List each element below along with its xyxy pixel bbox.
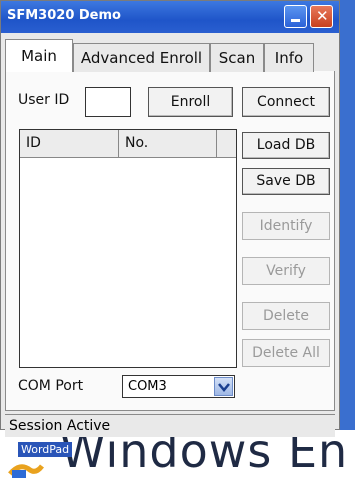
close-icon: ✕	[316, 7, 329, 25]
user-id-input[interactable]	[85, 87, 131, 117]
tab-main[interactable]: Main	[5, 39, 73, 72]
tab-info[interactable]: Info	[264, 43, 314, 72]
com-port-label: COM Port	[18, 378, 84, 394]
title-bar[interactable]: SFM3020 Demo ✕	[1, 1, 339, 33]
connect-button[interactable]: Connect	[242, 87, 330, 117]
verify-button[interactable]: Verify	[242, 257, 330, 285]
user-list[interactable]: ID No.	[19, 129, 237, 368]
tab-advanced-enroll[interactable]: Advanced Enroll	[73, 43, 210, 72]
status-bar: Session Active	[5, 414, 335, 437]
column-header-no[interactable]: No.	[119, 130, 217, 157]
identify-button[interactable]: Identify	[242, 212, 330, 240]
status-text: Session Active	[9, 418, 111, 434]
load-db-button[interactable]: Load DB	[242, 132, 330, 159]
save-db-button[interactable]: Save DB	[242, 168, 330, 195]
desktop-background	[340, 0, 355, 484]
delete-all-button[interactable]: Delete All	[242, 339, 330, 367]
enroll-button[interactable]: Enroll	[148, 87, 233, 117]
app-window: SFM3020 Demo ✕ Advanced Enroll Scan Info…	[0, 0, 340, 437]
minimize-button[interactable]	[284, 5, 307, 28]
com-port-value: COM3	[128, 379, 167, 394]
user-id-label: User ID	[18, 92, 70, 108]
tab-scan[interactable]: Scan	[210, 43, 264, 72]
wordpad-label[interactable]: WordPad	[18, 442, 73, 457]
com-port-select[interactable]: COM3	[122, 375, 235, 398]
column-header-id[interactable]: ID	[20, 130, 119, 157]
close-button[interactable]: ✕	[310, 5, 333, 28]
list-header: ID No.	[20, 130, 236, 158]
chevron-down-icon[interactable]	[214, 377, 233, 396]
window-title: SFM3020 Demo	[7, 8, 121, 23]
delete-button[interactable]: Delete	[242, 302, 330, 330]
